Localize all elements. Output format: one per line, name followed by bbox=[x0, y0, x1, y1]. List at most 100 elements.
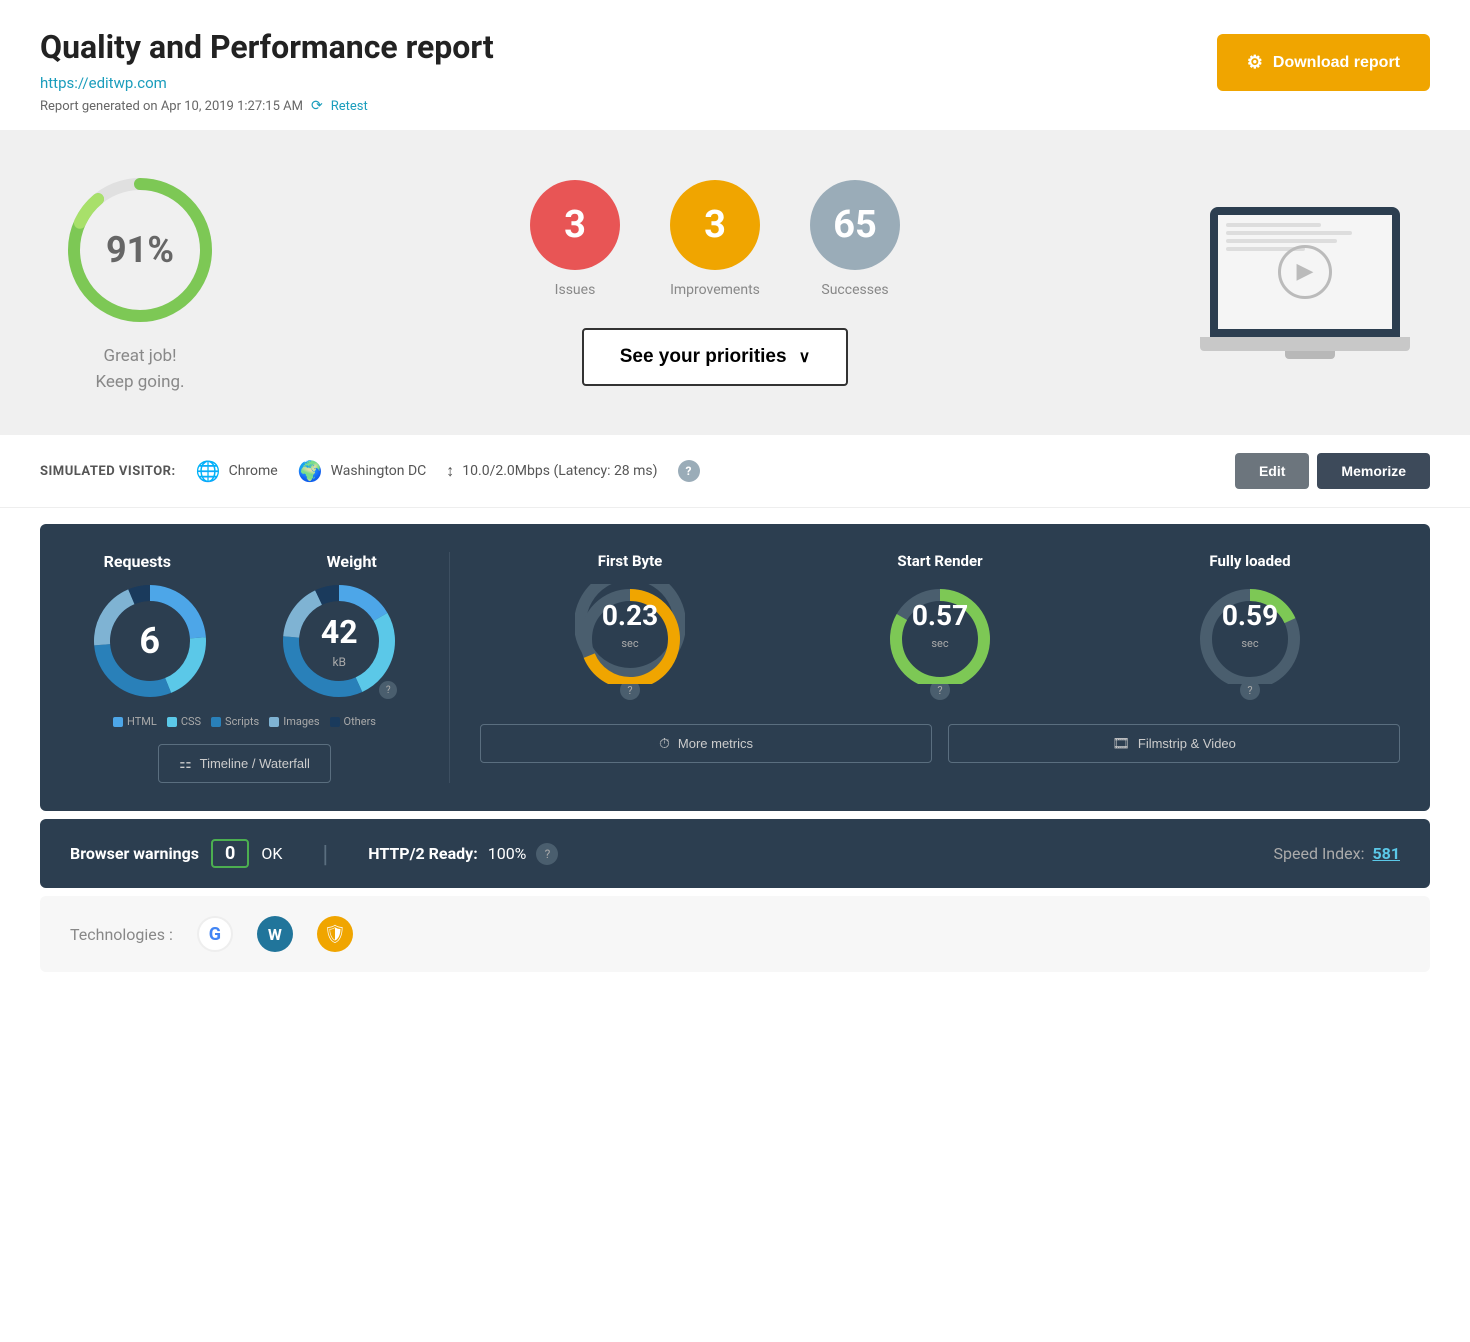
legend-html: HTML bbox=[113, 715, 157, 728]
first-byte-unit: sec bbox=[621, 637, 638, 650]
start-render-label: 0.57 sec bbox=[912, 599, 968, 651]
timeline-icon: ⚏ bbox=[179, 755, 192, 772]
technologies-label: Technologies : bbox=[70, 925, 173, 944]
score-circle: 91% bbox=[60, 170, 220, 330]
first-byte-title: First Byte bbox=[598, 552, 663, 570]
start-render-value: 0.57 bbox=[912, 599, 968, 632]
report-date: Report generated on Apr 10, 2019 1:27:15… bbox=[40, 99, 303, 114]
download-report-button[interactable]: ⚙ Download report bbox=[1217, 34, 1430, 91]
metrics-center: 3 Issues 3 Improvements 65 Successes See… bbox=[530, 180, 900, 386]
improvements-metric: 3 Improvements bbox=[670, 180, 760, 298]
requests-donut: 6 bbox=[90, 581, 210, 701]
issues-bubble: 3 bbox=[530, 180, 620, 270]
legend-css-label: CSS bbox=[181, 715, 201, 728]
first-byte-label: 0.23 sec bbox=[602, 599, 658, 651]
speed-index-label: Speed Index: bbox=[1274, 844, 1365, 863]
tech-wordpress-icon: W bbox=[257, 916, 293, 952]
first-byte-metric: First Byte 0.23 sec ? bbox=[575, 552, 685, 700]
fully-loaded-donut: 0.59 sec bbox=[1195, 584, 1305, 674]
successes-label: Successes bbox=[821, 282, 888, 298]
legend-images: Images bbox=[269, 715, 319, 728]
speed-arrows-icon: ↕ bbox=[446, 461, 454, 481]
header-left: Quality and Performance report https://e… bbox=[40, 28, 494, 114]
issues-count: 3 bbox=[564, 203, 586, 247]
memorize-button[interactable]: Memorize bbox=[1317, 453, 1430, 489]
weight-donut: 42 kB ? bbox=[279, 581, 399, 701]
location-label: Washington DC bbox=[331, 463, 427, 479]
weight-label: 42 kB bbox=[321, 613, 358, 670]
start-render-donut: 0.57 sec bbox=[885, 584, 995, 674]
status-bar: Browser warnings 0 OK | HTTP/2 Ready: 10… bbox=[40, 819, 1430, 888]
legend-scripts: Scripts bbox=[211, 715, 259, 728]
metrics-panel: Requests Weight 6 bbox=[40, 524, 1430, 811]
warnings-count-badge: 0 bbox=[211, 839, 249, 868]
http2-label: HTTP/2 Ready: bbox=[368, 844, 477, 863]
tech-shield-icon: 🛡 bbox=[317, 916, 353, 952]
requests-weight-section: Requests Weight 6 bbox=[70, 552, 450, 783]
score-label-line2: Keep going. bbox=[95, 370, 184, 396]
download-label: Download report bbox=[1273, 54, 1400, 72]
legend-scripts-label: Scripts bbox=[225, 715, 259, 728]
speed-label: 10.0/2.0Mbps (Latency: 28 ms) bbox=[462, 463, 657, 479]
summary-section: 91% Great job! Keep going. 3 Issues 3 Im… bbox=[0, 130, 1470, 435]
successes-metric: 65 Successes bbox=[810, 180, 900, 298]
improvements-count: 3 bbox=[704, 203, 726, 247]
fully-loaded-label: 0.59 sec bbox=[1222, 599, 1278, 651]
report-date-row: Report generated on Apr 10, 2019 1:27:15… bbox=[40, 98, 494, 114]
start-render-metric: Start Render 0.57 sec ? bbox=[885, 552, 995, 700]
simulated-visitor-label: SIMULATED VISITOR: bbox=[40, 464, 176, 479]
fully-loaded-metric: Fully loaded 0.59 sec ? bbox=[1195, 552, 1305, 700]
laptop-illustration: ▶ bbox=[1210, 207, 1410, 359]
site-url-link[interactable]: https://editwp.com bbox=[40, 74, 494, 92]
donuts-row: 6 42 kB ? bbox=[70, 581, 419, 701]
filmstrip-video-button[interactable]: 🎞 Filmstrip & Video bbox=[948, 724, 1400, 763]
legend-html-label: HTML bbox=[127, 715, 157, 728]
speed-item: ↕ 10.0/2.0Mbps (Latency: 28 ms) bbox=[446, 461, 657, 481]
more-metrics-button[interactable]: ⏱ More metrics bbox=[480, 724, 932, 763]
improvements-bubble: 3 bbox=[670, 180, 760, 270]
http2-help-icon[interactable]: ? bbox=[536, 843, 558, 865]
visitor-actions: Edit Memorize bbox=[1235, 453, 1430, 489]
laptop-screen: ▶ bbox=[1210, 207, 1400, 337]
perf-action-row: ⏱ More metrics 🎞 Filmstrip & Video bbox=[480, 724, 1400, 763]
edit-button[interactable]: Edit bbox=[1235, 453, 1309, 489]
legend: HTML CSS Scripts Images Others bbox=[70, 715, 419, 728]
legend-others-label: Others bbox=[344, 715, 376, 728]
retest-link[interactable]: Retest bbox=[331, 99, 368, 114]
laptop-base bbox=[1200, 337, 1410, 351]
requests-title: Requests bbox=[70, 552, 205, 571]
improvements-label: Improvements bbox=[670, 282, 760, 298]
warnings-ok-label: OK bbox=[261, 844, 282, 863]
weight-unit: kB bbox=[332, 655, 346, 669]
weight-title: Weight bbox=[285, 552, 420, 571]
laptop-stand bbox=[1285, 351, 1335, 359]
play-button-circle: ▶ bbox=[1278, 245, 1332, 299]
page-title: Quality and Performance report bbox=[40, 28, 494, 66]
film-icon: 🎞 bbox=[1112, 735, 1130, 752]
fully-loaded-title: Fully loaded bbox=[1209, 552, 1290, 570]
performance-section: First Byte 0.23 sec ? Sta bbox=[450, 552, 1400, 783]
issues-label: Issues bbox=[555, 282, 596, 298]
timeline-waterfall-button[interactable]: ⚏ Timeline / Waterfall bbox=[158, 744, 331, 783]
clock-icon: ⏱ bbox=[659, 735, 670, 752]
location-item: 🌍 Washington DC bbox=[298, 459, 427, 483]
legend-images-label: Images bbox=[283, 715, 319, 728]
legend-others: Others bbox=[330, 715, 376, 728]
start-render-unit: sec bbox=[931, 637, 948, 650]
help-icon[interactable]: ? bbox=[678, 460, 700, 482]
browser-item: 🌐 Chrome bbox=[196, 459, 278, 483]
tech-google-icon: G bbox=[197, 916, 233, 952]
globe-icon: 🌍 bbox=[298, 459, 323, 483]
requests-count: 6 bbox=[139, 620, 160, 662]
successes-count: 65 bbox=[833, 203, 877, 247]
technologies-bar: Technologies : G W 🛡 bbox=[40, 896, 1430, 972]
issues-metric: 3 Issues bbox=[530, 180, 620, 298]
score-label-line1: Great job! bbox=[95, 344, 184, 370]
http2-value: 100% bbox=[488, 844, 527, 863]
see-priorities-button[interactable]: See your priorities ∨ bbox=[582, 328, 849, 386]
speed-index-value[interactable]: 581 bbox=[1372, 844, 1400, 863]
download-icon: ⚙ bbox=[1247, 52, 1263, 73]
first-byte-donut: 0.23 sec bbox=[575, 584, 685, 674]
start-render-title: Start Render bbox=[897, 552, 982, 570]
refresh-icon: ⟳ bbox=[311, 98, 323, 114]
